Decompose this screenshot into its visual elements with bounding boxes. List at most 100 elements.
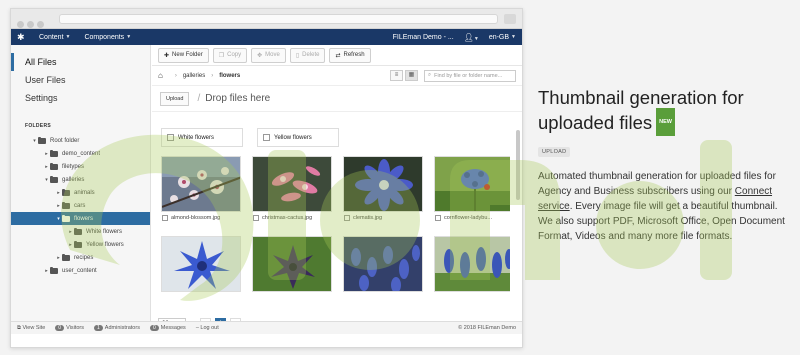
file-browser: ✚ New Folder ❐ Copy ✥ Move ▯ Delete ⇄ Refresh… [152,45,522,334]
tree-item-white-flowers[interactable]: ▸ White flowers [11,225,150,238]
folder-icon [50,162,58,170]
nav-all-files[interactable]: All Files [11,53,150,71]
browser-menu-button[interactable] [504,14,516,24]
tree-item-yellow-flowers[interactable]: ▸ Yellow flowers [11,238,150,251]
file-checkbox[interactable] [435,215,441,221]
address-bar[interactable] [59,14,498,24]
drop-zone-text: / Drop files here [197,93,270,104]
tree-item-recipes[interactable]: ▸ recipes [11,251,150,264]
language-select[interactable]: en-GB ▼ [489,34,516,41]
tree-item-flowers[interactable]: ▾ flowers [11,212,150,225]
folder-icon [50,175,58,183]
joomla-logo-icon[interactable]: ✱ [17,32,27,43]
tree-item-root-folder[interactable]: ▾ Root folder [11,134,150,147]
chevron-right-icon[interactable]: ▸ [43,164,50,170]
thumbnail-grid: almond-blossom.jpg christmas-cactus.jpg … [161,156,510,292]
list-view-icon[interactable]: ≡ [390,70,403,81]
file-card-hyacinths[interactable] [434,236,510,292]
file-card-clematis[interactable]: clematis.jpg [343,156,425,227]
app-screenshot: ✱ Content ▼ Components ▼ FILEman Demo - ..… [10,8,523,348]
tree-item-label: filetypes [62,163,85,170]
chevron-right-icon[interactable]: ▸ [43,268,50,274]
grid-view-icon[interactable]: ▦ [405,70,418,81]
file-checkbox[interactable] [253,215,259,221]
admin-topbar: ✱ Content ▼ Components ▼ FILEman Demo - ..… [11,29,522,45]
tree-item-demo-content[interactable]: ▸ demo_content [11,147,150,160]
folder-name: White flowers [178,134,215,141]
menu-components[interactable]: Components ▼ [84,34,131,41]
drop-zone-label: Drop files here [205,93,271,104]
menu-content-label: Content [39,33,64,41]
admins-label: Administrators [104,325,140,331]
chevron-right-icon[interactable]: ▸ [67,229,74,235]
home-icon[interactable]: ⌂ [158,71,163,80]
folder-checkbox[interactable] [263,134,270,141]
folder-icon [62,214,70,222]
folder-card-white-flowers[interactable]: White flowers [161,128,243,147]
site-link[interactable]: FILEman Demo - ... [393,34,454,41]
breadcrumb-separator: › [211,72,214,79]
chevron-right-icon[interactable]: ▸ [55,255,62,261]
new-folder-button[interactable]: ✚ New Folder [158,47,209,63]
chevron-right-icon[interactable]: ▸ [55,190,62,196]
file-card-almond-blossom[interactable]: almond-blossom.jpg [161,156,243,227]
tree-item-animals[interactable]: ▸ animals [11,186,150,199]
logout-link[interactable]: – Log out [196,325,219,331]
chevron-right-icon[interactable]: ▸ [67,242,74,248]
file-checkbox[interactable] [344,215,350,221]
delete-button[interactable]: ▯ Delete [289,47,326,63]
plus-icon: ✚ [164,52,170,59]
copy-button[interactable]: ❐ Copy [212,47,248,63]
flower-photo-icon [252,236,332,292]
nav-user-files[interactable]: User Files [11,71,150,89]
menu-content[interactable]: Content ▼ [39,34,70,41]
status-bar: ⧉ View Site 0 Visitors 1 Administrators 0M… [11,321,522,334]
move-icon: ✥ [257,52,263,59]
tree-item-label: recipes [74,254,94,261]
folder-icon [74,227,82,235]
visitors-status[interactable]: 0 Visitors [55,325,84,331]
user-icon[interactable]: 👤︎▼ [464,33,479,42]
view-site-link[interactable]: ⧉ View Site [17,325,45,332]
tree-item-user-content[interactable]: ▸ user_content [11,264,150,277]
search-input[interactable]: ⌕ Find by file or folder name... [424,69,516,82]
new-folder-label: New Folder [172,52,203,58]
admins-status[interactable]: 1 Administrators [94,325,140,331]
messages-status[interactable]: 0 Messages [149,325,186,331]
file-card-cornflower-2[interactable] [161,236,243,292]
tree-item-label: galleries [62,176,85,183]
folder-card-yellow-flowers[interactable]: Yellow flowers [257,128,339,147]
chevron-down-icon: ▼ [126,34,132,40]
toolbar: ✚ New Folder ❐ Copy ✥ Move ▯ Delete ⇄ Refresh [152,45,522,66]
scrollbar[interactable] [516,130,520,200]
file-name: almond-blossom.jpg [171,215,221,221]
search-icon: ⌕ [428,72,432,78]
file-card-flower-dark[interactable] [252,236,334,292]
folder-icon [62,188,70,196]
chevron-down-icon[interactable]: ▾ [31,138,38,144]
chevron-down-icon[interactable]: ▾ [43,177,50,183]
chevron-right-icon[interactable]: ▸ [55,203,62,209]
drop-zone[interactable]: Upload / Drop files here [152,86,522,112]
nav-settings[interactable]: Settings [11,89,150,107]
move-button[interactable]: ✥ Move [251,47,286,63]
tree-item-galleries[interactable]: ▾ galleries [11,173,150,186]
folder-checkbox[interactable] [167,134,174,141]
breadcrumb-separator: › [174,72,177,79]
tree-item-label: Yellow flowers [86,241,124,248]
upload-button[interactable]: Upload [160,91,190,106]
file-checkbox[interactable] [162,215,168,221]
tree-item-cars[interactable]: ▸ cars [11,199,150,212]
tree-item-filetypes[interactable]: ▸ filetypes [11,160,150,173]
tree-item-label: Root folder [50,137,80,144]
file-card-flower-field[interactable] [343,236,425,292]
flower-photo-icon [434,236,510,292]
refresh-button[interactable]: ⇄ Refresh [329,47,371,63]
file-name: christmas-cactus.jpg [262,215,313,221]
breadcrumb-galleries[interactable]: galleries [183,73,205,79]
flower-photo-icon [343,156,423,212]
chevron-right-icon[interactable]: ▸ [43,151,50,157]
file-card-christmas-cactus[interactable]: christmas-cactus.jpg [252,156,334,227]
chevron-down-icon[interactable]: ▾ [55,216,62,222]
file-card-cornflower-ladybug[interactable]: cornflower-ladybu... [434,156,510,227]
